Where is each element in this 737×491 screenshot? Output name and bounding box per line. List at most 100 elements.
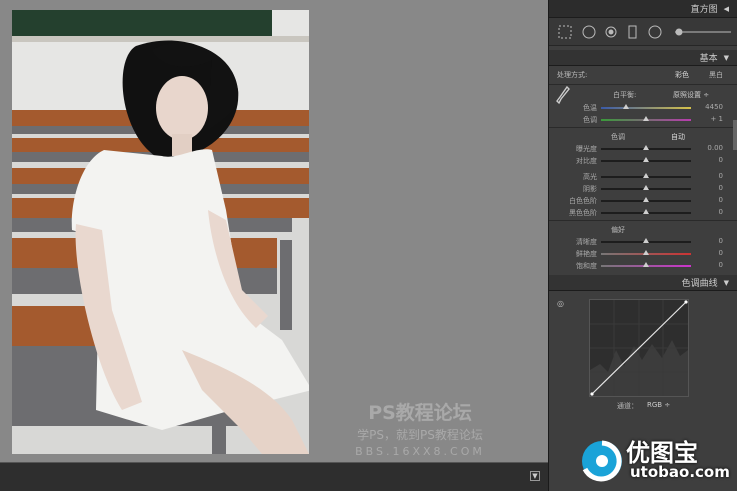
slider-row: 阴影 0 — [549, 182, 737, 194]
slider-thumb[interactable] — [643, 157, 649, 162]
slider-thumb[interactable] — [643, 262, 649, 267]
slider-track[interactable] — [601, 173, 691, 178]
filmstrip-toolbar: ▼ — [0, 462, 548, 491]
develop-panel: 直方图 ◀ 基本 ▼ 处理方式: 彩色 黑白 白平衡: 原照设置 ÷ 色温 44… — [548, 0, 737, 491]
slider-thumb[interactable] — [643, 238, 649, 243]
treatment-row: 处理方式: 彩色 黑白 — [549, 66, 737, 82]
filmstrip-toggle-icon[interactable]: ▼ — [530, 471, 540, 481]
slider-value[interactable]: 4450 — [705, 103, 723, 111]
slider-thumb[interactable] — [643, 197, 649, 202]
slider-row: 鲜艳度 0 — [549, 247, 737, 259]
slider-value[interactable]: 0 — [719, 237, 723, 245]
slider-thumb[interactable] — [643, 250, 649, 255]
presence-title: 偏好 — [611, 226, 625, 234]
white-balance-row: 白平衡: 原照设置 ÷ — [549, 85, 737, 105]
graduated-filter-icon — [628, 25, 637, 39]
slider-value[interactable]: 0 — [719, 184, 723, 192]
slider-thumb[interactable] — [623, 104, 630, 109]
slider-value[interactable]: 0 — [719, 156, 723, 164]
slider-label: 色温 — [583, 104, 597, 112]
slider-track[interactable] — [601, 157, 691, 162]
treatment-color-button[interactable]: 彩色 — [675, 70, 689, 80]
histogram-header[interactable]: 直方图 ◀ — [549, 0, 737, 18]
slider-value[interactable]: 0 — [719, 249, 723, 257]
slider-value[interactable]: 0 — [719, 172, 723, 180]
wb-sliders: 色温 4450 色调 + 1 — [549, 101, 737, 125]
slider-row: 白色色阶 0 — [549, 194, 737, 206]
slider-value[interactable]: 0 — [719, 261, 723, 269]
slider-row: 黑色色阶 0 — [549, 206, 737, 218]
slider-label: 饱和度 — [576, 262, 597, 270]
tone-auto-button[interactable]: 自动 — [671, 132, 685, 142]
presence-sliders: 清晰度 0 鲜艳度 0 饱和度 0 — [549, 235, 737, 271]
slider-label: 曝光度 — [576, 145, 597, 153]
collapse-down-icon[interactable]: ▼ — [724, 54, 729, 62]
slider-thumb[interactable] — [643, 209, 649, 214]
slider-track[interactable] — [601, 197, 691, 202]
collapse-down-icon[interactable]: ▼ — [724, 279, 729, 287]
slider-row: 色调 + 1 — [549, 113, 737, 125]
curve-plot — [590, 300, 688, 396]
logo-url: utobao.com — [630, 463, 730, 481]
basic-header[interactable]: 基本 ▼ — [549, 50, 737, 66]
slider-label: 阴影 — [583, 185, 597, 193]
watermark-subtitle: 学PS，就到PS教程论坛 — [357, 428, 483, 442]
radial-filter-icon — [648, 25, 662, 39]
slider-label: 对比度 — [576, 157, 597, 165]
collapse-left-icon[interactable]: ◀ — [724, 5, 729, 13]
slider-label: 黑色色阶 — [569, 209, 597, 217]
watermark: PS教程论坛 学PS，就到PS教程论坛 BBS.16XX8.COM — [340, 398, 500, 458]
crop-icon — [558, 25, 572, 39]
slider-value[interactable]: 0 — [719, 196, 723, 204]
presence-header: 偏好 — [549, 223, 737, 235]
basic-title: 基本 — [699, 54, 718, 64]
slider-label: 鲜艳度 — [576, 250, 597, 258]
spot-removal-icon — [582, 25, 596, 39]
treatment-label: 处理方式: — [557, 71, 588, 79]
slider-track[interactable] — [601, 250, 691, 255]
tone-curve-title: 色调曲线 — [681, 279, 718, 289]
panel-scrollbar[interactable] — [733, 120, 737, 150]
utobao-logo: 优图宝 utobao.com — [580, 433, 737, 491]
slider-thumb[interactable] — [643, 116, 649, 121]
slider-row: 高光 0 — [549, 170, 737, 182]
tool-strip — [549, 18, 737, 46]
treatment-bw-button[interactable]: 黑白 — [709, 70, 723, 80]
tone-title: 色调 — [611, 133, 625, 141]
slider-track[interactable] — [601, 116, 691, 121]
photo-preview — [12, 10, 309, 454]
watermark-url: BBS.16XX8.COM — [355, 445, 485, 458]
channel-label: 通道： — [617, 402, 638, 410]
tone-curve-section: ◎ 通道： RGB ÷ — [549, 291, 737, 411]
slider-value[interactable]: + 1 — [710, 115, 723, 123]
target-adjust-icon[interactable]: ◎ — [557, 299, 564, 308]
photo-image — [12, 10, 309, 454]
slider-thumb[interactable] — [643, 145, 649, 150]
slider-track[interactable] — [601, 104, 691, 109]
slider-track[interactable] — [601, 262, 691, 267]
slider-label: 色调 — [583, 116, 597, 124]
watermark-title: PS教程论坛 — [368, 402, 472, 424]
tone-header: 色调 自动 — [549, 130, 737, 142]
tone-curve-graph[interactable] — [589, 299, 689, 397]
image-canvas: PS教程论坛 学PS，就到PS教程论坛 BBS.16XX8.COM — [0, 0, 548, 462]
tone-curve-header[interactable]: 色调曲线 ▼ — [549, 275, 737, 291]
slider-thumb[interactable] — [643, 173, 649, 178]
wb-preset-select[interactable]: 原照设置 ÷ — [673, 90, 709, 100]
slider-label: 高光 — [583, 173, 597, 181]
slider-value[interactable]: 0 — [719, 208, 723, 216]
slider-value[interactable]: 0.00 — [707, 144, 723, 152]
brush-size-icon — [675, 28, 683, 36]
slider-track[interactable] — [601, 185, 691, 190]
slider-label: 清晰度 — [576, 238, 597, 246]
slider-track[interactable] — [601, 209, 691, 214]
tone-detail-sliders: 高光 0 阴影 0 白色色阶 0 黑色色阶 0 — [549, 170, 737, 218]
slider-track[interactable] — [601, 238, 691, 243]
slider-track[interactable] — [601, 145, 691, 150]
slider-thumb[interactable] — [643, 185, 649, 190]
channel-select[interactable]: RGB ÷ — [647, 401, 670, 409]
lightroom-window: PS教程论坛 学PS，就到PS教程论坛 BBS.16XX8.COM ▼ 直方图 … — [0, 0, 737, 491]
tone-sliders: 曝光度 0.00 对比度 0 — [549, 142, 737, 166]
histogram-title: 直方图 — [690, 5, 718, 15]
slider-label: 白色色阶 — [569, 197, 597, 205]
